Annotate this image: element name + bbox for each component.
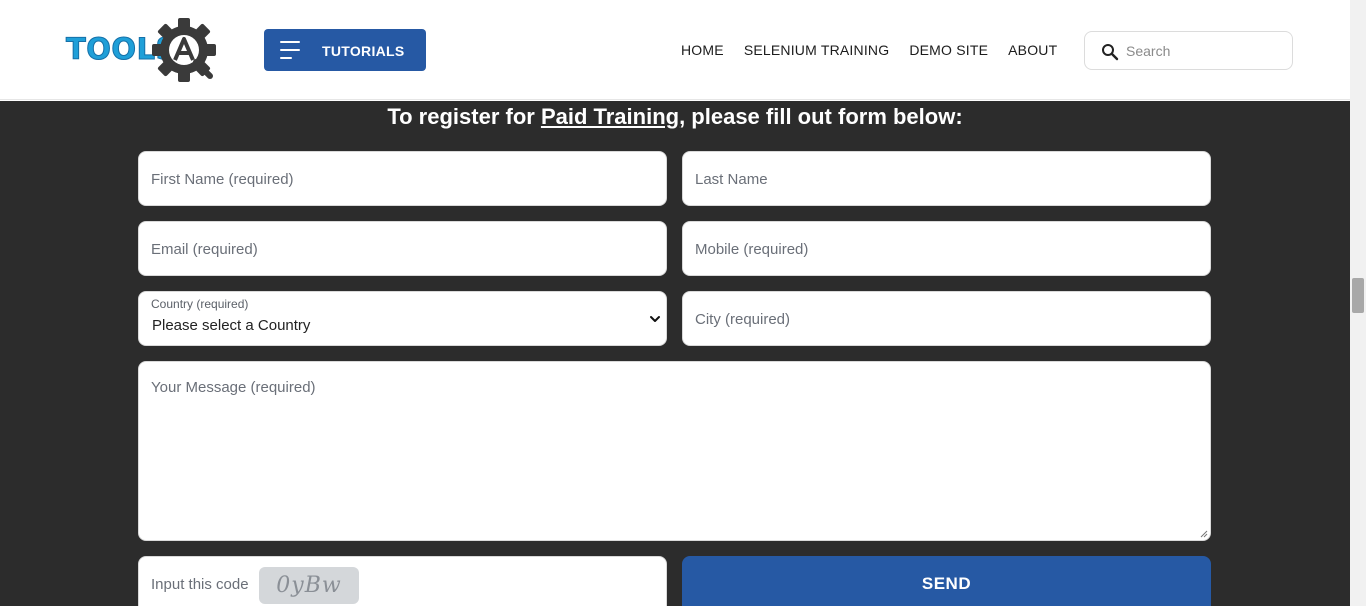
last-name-field <box>682 151 1211 206</box>
scrollbar-thumb[interactable] <box>1352 278 1364 313</box>
page-scrollbar[interactable] <box>1350 0 1366 606</box>
search-input[interactable] <box>1126 40 1281 62</box>
hamburger-menu-icon <box>280 41 300 59</box>
last-name-input[interactable] <box>695 169 1195 189</box>
mobile-field <box>682 221 1211 276</box>
heading-prefix: To register for <box>387 104 541 129</box>
nav-about[interactable]: ABOUT <box>1008 42 1057 58</box>
site-header: TOOLS TUTORIALS HOME SELENIUM TRAINING D… <box>0 0 1350 100</box>
city-field <box>682 291 1211 346</box>
main-nav: HOME SELENIUM TRAINING DEMO SITE ABOUT <box>681 42 1057 58</box>
email-field <box>138 221 667 276</box>
message-field <box>138 361 1211 541</box>
nav-demo-site[interactable]: DEMO SITE <box>909 42 988 58</box>
city-input[interactable] <box>695 309 1195 329</box>
mobile-input[interactable] <box>695 239 1195 259</box>
send-button[interactable]: SEND <box>682 556 1211 606</box>
gear-logo-icon <box>152 18 216 82</box>
captcha-field[interactable]: Input this code 0yBw <box>138 556 667 606</box>
tutorials-button[interactable]: TUTORIALS <box>264 29 426 71</box>
form-heading: To register for Paid Training, please fi… <box>0 104 1350 130</box>
paid-training-link[interactable]: Paid Training <box>541 104 679 129</box>
captcha-code-image: 0yBw <box>259 567 359 604</box>
search-box[interactable] <box>1084 31 1293 70</box>
resize-handle-icon[interactable] <box>1200 530 1208 538</box>
captcha-label: Input this code <box>151 576 249 593</box>
tutorials-label: TUTORIALS <box>322 43 405 59</box>
search-icon <box>1102 44 1119 61</box>
toolsqa-logo[interactable]: TOOLS <box>66 18 242 82</box>
nav-home[interactable]: HOME <box>681 42 724 58</box>
first-name-input[interactable] <box>151 169 651 189</box>
chevron-down-icon <box>650 316 660 322</box>
country-select[interactable]: Country (required) Please select a Count… <box>138 291 667 346</box>
nav-selenium-training[interactable]: SELENIUM TRAINING <box>744 42 890 58</box>
first-name-field <box>138 151 667 206</box>
country-label: Country (required) <box>151 297 249 311</box>
email-input[interactable] <box>151 239 651 259</box>
country-value: Please select a Country <box>152 317 311 334</box>
heading-suffix: , please fill out form below: <box>679 104 963 129</box>
message-textarea[interactable] <box>151 379 1199 529</box>
